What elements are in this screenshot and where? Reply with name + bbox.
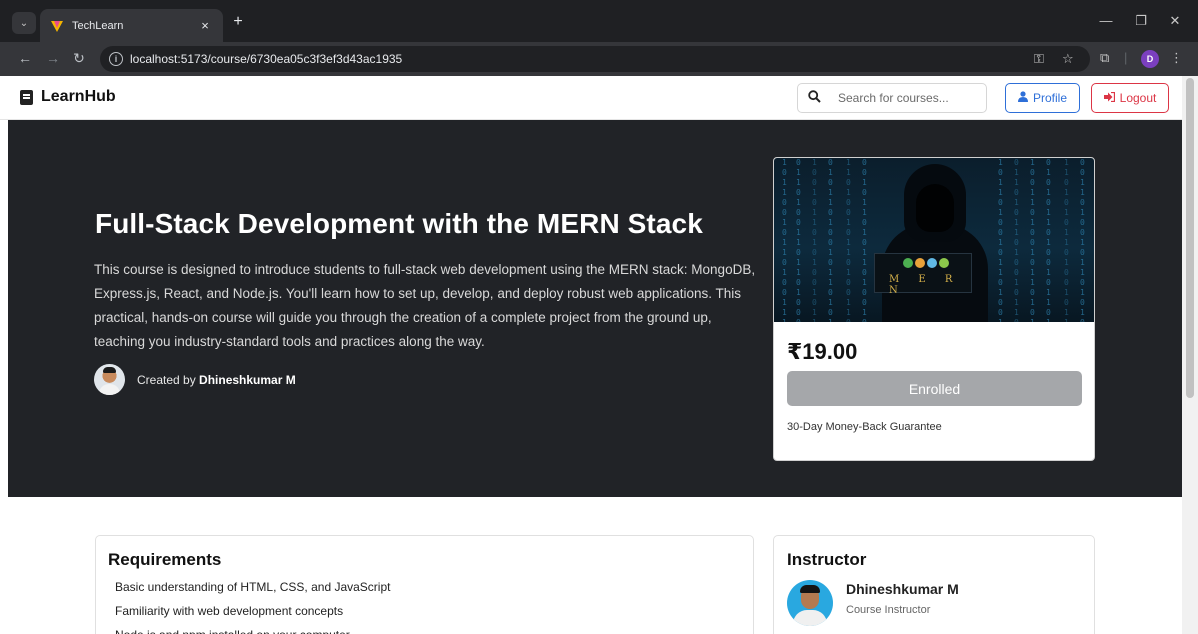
creator-text: Created by Dhineshkumar M — [137, 373, 296, 387]
course-description: This course is designed to introduce stu… — [94, 262, 756, 349]
course-thumbnail: 1011001011010011101 0110100110110100011 … — [774, 158, 1094, 322]
page-scrollbar[interactable] — [1182, 76, 1198, 634]
window-close-icon[interactable]: ✕ — [1167, 13, 1183, 29]
password-key-icon[interactable]: ⚿ — [1034, 51, 1044, 67]
creator-avatar — [94, 364, 125, 395]
sign-out-icon — [1103, 91, 1115, 105]
minimize-icon[interactable]: — — [1098, 13, 1114, 28]
search-icon — [808, 90, 824, 106]
page: LearnHub Profile Logout Full-Stack Devel… — [0, 76, 1182, 634]
browser-tab[interactable]: TechLearn × — [40, 9, 223, 42]
reload-icon[interactable]: ↻ — [70, 50, 88, 67]
site-navbar: LearnHub Profile Logout — [0, 76, 1182, 120]
course-purchase-card: 1011001011010011101 0110100110110100011 … — [773, 157, 1095, 461]
brand-name: LearnHub — [41, 88, 116, 105]
toolbar-divider: | — [1124, 50, 1128, 65]
course-hero: Full-Stack Development with the MERN Sta… — [8, 120, 1182, 497]
instructor-title: Instructor — [787, 550, 867, 569]
tab-close-icon[interactable]: × — [197, 18, 213, 33]
hooded-figure — [882, 164, 988, 322]
url-text[interactable]: localhost:5173/course/6730ea05c3f3ef3d43… — [130, 52, 402, 66]
laptop-logo: M E R N — [874, 253, 972, 296]
chevron-down-icon: ⌄ — [19, 17, 29, 29]
instructor-avatar — [787, 580, 833, 626]
search-input[interactable] — [838, 91, 968, 105]
tab-search-button[interactable]: ⌄ — [12, 12, 36, 34]
logout-label: Logout — [1119, 91, 1157, 105]
instructor-card: Instructor Dhineshkumar M Course Instruc… — [773, 535, 1095, 634]
profile-button[interactable]: Profile — [1005, 83, 1080, 113]
enrolled-button[interactable]: Enrolled — [787, 371, 1082, 406]
browser-toolbar: ← → ↻ i localhost:5173/course/6730ea05c3… — [0, 42, 1198, 76]
course-creator: Created by Dhineshkumar M — [94, 364, 296, 395]
search-bar[interactable] — [797, 83, 987, 113]
site-info-icon[interactable]: i — [109, 52, 123, 66]
course-price: ₹19.00 — [787, 339, 858, 364]
requirement-item: Node.js and npm installed on your comput… — [115, 626, 390, 634]
brand-logo[interactable]: LearnHub — [20, 88, 116, 106]
address-bar[interactable]: i localhost:5173/course/6730ea05c3f3ef3d… — [100, 46, 1090, 72]
course-title: Full-Stack Development with the MERN Sta… — [95, 208, 703, 239]
bookmark-star-icon[interactable]: ☆ — [1062, 51, 1074, 67]
browser-profile-avatar[interactable]: D — [1141, 50, 1159, 68]
scrollbar-thumb[interactable] — [1186, 78, 1194, 398]
creator-name[interactable]: Dhineshkumar M — [199, 373, 296, 387]
requirement-item: Basic understanding of HTML, CSS, and Ja… — [115, 580, 391, 594]
requirements-list: Basic understanding of HTML, CSS, and Ja… — [115, 578, 390, 634]
instructor-role: Course Instructor — [846, 604, 931, 616]
money-back-guarantee: 30-Day Money-Back Guarantee — [787, 421, 942, 433]
created-by-label: Created by — [137, 372, 196, 387]
favicon-icon — [50, 19, 64, 33]
requirements-card: Requirements Basic understanding of HTML… — [95, 535, 754, 634]
new-tab-button[interactable]: + — [229, 13, 247, 31]
tab-title: TechLearn — [72, 19, 124, 32]
requirement-item: Familiarity with web development concept… — [115, 604, 344, 618]
requirements-title: Requirements — [108, 550, 222, 569]
profile-label: Profile — [1032, 91, 1067, 105]
instructor-name[interactable]: Dhineshkumar M — [846, 581, 959, 597]
back-icon[interactable]: ← — [16, 50, 34, 66]
browser-tabstrip: ⌄ TechLearn × + — ❐ ✕ — [0, 0, 1198, 42]
user-icon — [1017, 91, 1028, 105]
extensions-icon[interactable]: ⧉ — [1100, 50, 1109, 66]
restore-icon[interactable]: ❐ — [1133, 13, 1149, 29]
logout-button[interactable]: Logout — [1091, 83, 1169, 113]
forward-icon[interactable]: → — [44, 50, 62, 66]
book-icon — [20, 89, 33, 105]
browser-menu-icon[interactable]: ⋮ — [1170, 50, 1183, 66]
mern-text: M E R N — [889, 274, 961, 296]
